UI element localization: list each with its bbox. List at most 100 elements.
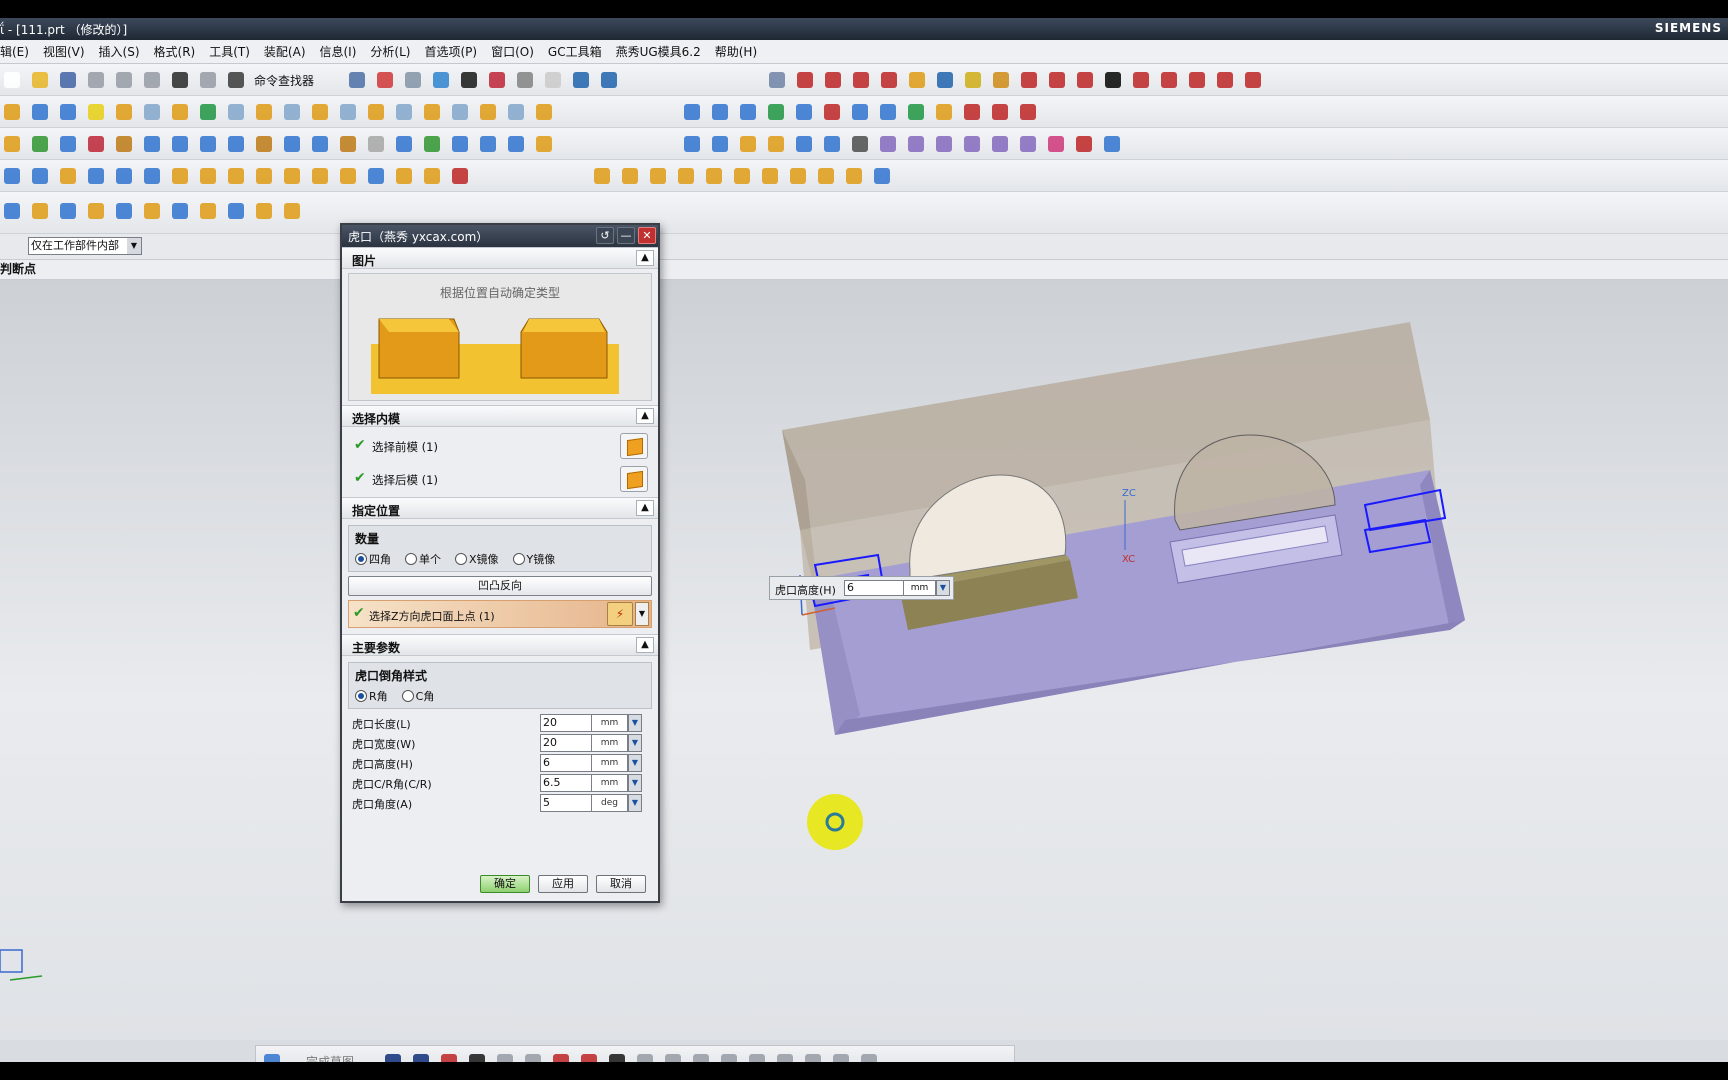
mold-base-icon[interactable]: [0, 133, 24, 155]
dynamic-input-field[interactable]: 虎口高度(H) 6 mm ▼: [769, 576, 954, 600]
undo-icon[interactable]: [168, 69, 192, 91]
ejector-pin-icon[interactable]: [56, 133, 80, 155]
radio-single[interactable]: 单个: [405, 551, 441, 567]
sketch-mirror-icon[interactable]: [801, 1051, 825, 1062]
param-width-input[interactable]: 20: [540, 734, 592, 752]
arc-corner-icon[interactable]: [140, 165, 164, 187]
camera-icon[interactable]: [392, 133, 416, 155]
cup-icon[interactable]: [646, 165, 670, 187]
sketch-trim-icon[interactable]: [661, 1051, 685, 1062]
thicken-icon[interactable]: [532, 101, 556, 123]
tool-g-icon[interactable]: [168, 200, 192, 222]
corner-icon[interactable]: [0, 165, 24, 187]
tool-d-icon[interactable]: [84, 200, 108, 222]
runner-icon[interactable]: [280, 133, 304, 155]
shell-icon[interactable]: [336, 101, 360, 123]
menu-yanxiu-mold[interactable]: 燕秀UG模具6.2: [616, 43, 701, 60]
pin-icon[interactable]: [28, 165, 52, 187]
component-icon[interactable]: [420, 133, 444, 155]
chevron-down-icon[interactable]: ▼: [127, 238, 141, 254]
gate-icon[interactable]: [252, 133, 276, 155]
offset-face-icon[interactable]: [504, 101, 528, 123]
ruler-icon[interactable]: [961, 69, 985, 91]
section-location-header[interactable]: 指定位置 ▲: [342, 497, 658, 519]
reset-icon[interactable]: ↺: [596, 227, 614, 244]
section-params-header[interactable]: 主要参数 ▲: [342, 634, 658, 656]
bracket-icon[interactable]: [168, 165, 192, 187]
point-dialog-icon[interactable]: ⚡: [607, 602, 633, 626]
intersect-icon[interactable]: [252, 101, 276, 123]
bracket-open-icon[interactable]: [336, 165, 360, 187]
shaded-icon[interactable]: [429, 69, 453, 91]
start-icon[interactable]: [345, 69, 369, 91]
minimize-icon[interactable]: —: [617, 227, 635, 244]
profile-icon[interactable]: [381, 1051, 405, 1062]
dual-rect-icon[interactable]: [448, 165, 472, 187]
menu-tools[interactable]: 工具(T): [209, 43, 250, 60]
through-curves-icon[interactable]: [708, 101, 732, 123]
section-picture-header[interactable]: 图片 ▲: [342, 247, 658, 269]
hash-icon[interactable]: [280, 165, 304, 187]
cursor-shape-icon[interactable]: [420, 165, 444, 187]
render-style-icon[interactable]: [401, 69, 425, 91]
hole-icon[interactable]: [168, 101, 192, 123]
tree-icon[interactable]: [308, 165, 332, 187]
section-icon[interactable]: [485, 69, 509, 91]
snap-icon[interactable]: [905, 69, 929, 91]
radio-x-mirror[interactable]: X镜像: [455, 551, 499, 567]
cancel-button[interactable]: 取消: [596, 875, 646, 893]
sketch-rectangle-icon[interactable]: [549, 1051, 573, 1062]
bridge-plate-icon[interactable]: [870, 165, 894, 187]
chevron-down-icon[interactable]: ▼: [635, 602, 649, 626]
constraint-icon[interactable]: [597, 69, 621, 91]
select-point-row[interactable]: ✔ 选择Z方向虎口面上点 (1) ⚡ ▼: [348, 600, 652, 628]
collapse-icon[interactable]: ▲: [636, 637, 654, 653]
block-icon[interactable]: [0, 101, 24, 123]
collapse-icon[interactable]: ▲: [636, 408, 654, 424]
list-icon[interactable]: [364, 165, 388, 187]
open-folder-icon[interactable]: [532, 133, 556, 155]
text-icon[interactable]: [1101, 69, 1125, 91]
curve-extract-icon[interactable]: [1241, 69, 1265, 91]
menu-info[interactable]: 信息(I): [320, 43, 357, 60]
move-icon[interactable]: [792, 133, 816, 155]
graphics-window[interactable]: ZC XC: [0, 280, 1728, 1040]
split-body-icon[interactable]: [420, 101, 444, 123]
model-view[interactable]: ZC XC: [0, 280, 1728, 1040]
finish-sketch-button[interactable]: 完成草图: [306, 1053, 354, 1062]
bom-icon[interactable]: [336, 133, 360, 155]
menu-preferences[interactable]: 首选项(P): [424, 43, 477, 60]
unite-icon[interactable]: [196, 101, 220, 123]
menu-insert[interactable]: 插入(S): [99, 43, 140, 60]
copy-icon[interactable]: [112, 69, 136, 91]
sphere-icon[interactable]: [84, 101, 108, 123]
cylinder-icon[interactable]: [28, 101, 52, 123]
menu-view[interactable]: 视图(V): [43, 43, 85, 60]
tool-f-icon[interactable]: [140, 200, 164, 222]
radio-c-corner[interactable]: C角: [401, 688, 434, 704]
rotate-icon[interactable]: [736, 133, 760, 155]
copy-component-icon[interactable]: [820, 133, 844, 155]
sketch-chamfer-icon[interactable]: [521, 1051, 545, 1062]
flag-icon[interactable]: [56, 165, 80, 187]
point-icon[interactable]: [1073, 69, 1097, 91]
menu-format[interactable]: 格式(R): [154, 43, 196, 60]
save-icon[interactable]: [56, 69, 80, 91]
chevron-down-icon[interactable]: ▼: [628, 774, 642, 792]
sketch-line-icon[interactable]: [409, 1051, 433, 1062]
triangle-ruler-icon[interactable]: [989, 69, 1013, 91]
surface-icon[interactable]: [680, 101, 704, 123]
tool-c-icon[interactable]: [56, 200, 80, 222]
tool-a-icon[interactable]: [0, 200, 24, 222]
wcs-dynamic-icon[interactable]: [877, 69, 901, 91]
arc-icon[interactable]: [1045, 69, 1069, 91]
tool-e-icon[interactable]: [112, 200, 136, 222]
menu-window[interactable]: 窗口(O): [491, 43, 534, 60]
menu-assembly[interactable]: 装配(A): [264, 43, 306, 60]
parallel-icon[interactable]: [252, 165, 276, 187]
split-icon[interactable]: [1100, 133, 1124, 155]
notch-icon[interactable]: [674, 165, 698, 187]
sew-icon[interactable]: [848, 101, 872, 123]
close-icon[interactable]: ✕: [638, 227, 656, 244]
param-length-input[interactable]: 20: [540, 714, 592, 732]
